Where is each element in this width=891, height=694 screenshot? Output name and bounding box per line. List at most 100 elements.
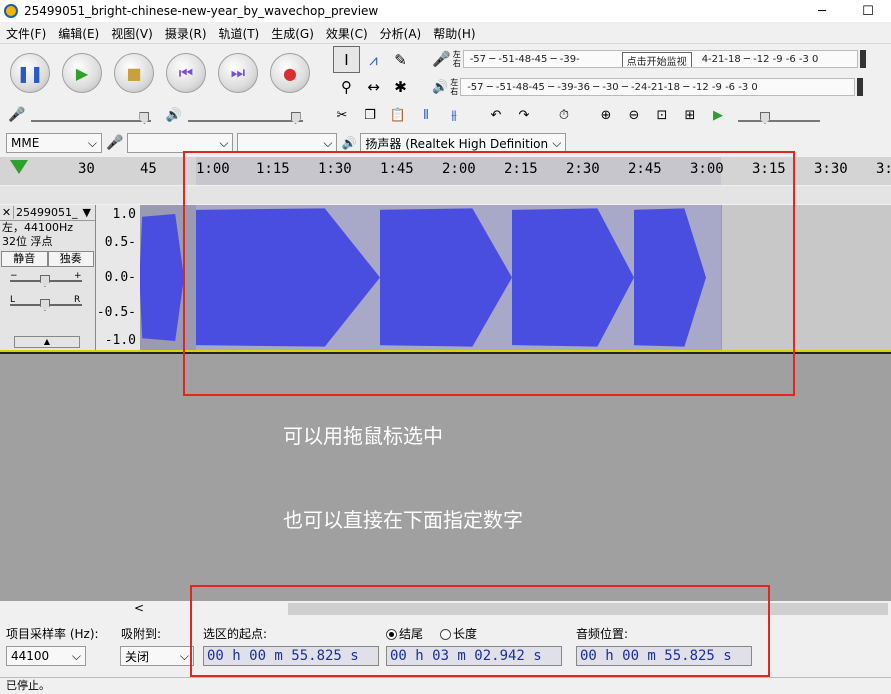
amplitude-axis: 1.0 0.5- 0.0- -0.5- -1.0	[96, 205, 140, 350]
audio-host-select[interactable]: MME ⌵	[6, 133, 102, 153]
minimize-button[interactable]: ─	[799, 0, 845, 22]
transport-toolbar: ❚❚ ▶ ■ ⏮ ⏭ ●	[0, 46, 326, 100]
solo-button[interactable]: 独奏	[47, 251, 94, 267]
zoom-in-icon: ⊕	[600, 107, 612, 123]
multi-tool[interactable]: ✱	[387, 73, 414, 100]
track-menu-button[interactable]: ▼	[83, 206, 95, 219]
redo-button[interactable]: ↷	[512, 104, 536, 126]
selection-tool[interactable]: I	[333, 46, 360, 73]
drag-hint-text: 可以用拖鼠标选中	[283, 424, 443, 448]
maximize-button[interactable]: ☐	[845, 0, 891, 22]
play-icon: ▶	[75, 63, 89, 83]
undo-button[interactable]: ↶	[484, 104, 508, 126]
menu-analyze[interactable]: 分析(A)	[374, 25, 428, 42]
mute-button[interactable]: 静音	[1, 251, 48, 267]
output-volume-slider[interactable]	[187, 108, 303, 124]
recording-channels-select[interactable]: ⌵	[237, 133, 338, 153]
silence-button[interactable]: ⫵	[442, 104, 466, 126]
play-head-icon[interactable]	[10, 160, 28, 174]
paste-button[interactable]: 📋	[386, 104, 410, 126]
timeshift-icon: ↔	[367, 77, 380, 96]
slider-knob[interactable]	[290, 112, 301, 124]
fit-project-button[interactable]: ⊞	[678, 104, 702, 126]
envelope-tool[interactable]: ⩘	[360, 46, 387, 73]
amplitude-label: -0.5-	[96, 305, 136, 320]
play-speed-slider[interactable]	[738, 108, 820, 124]
snap-to-value: 关闭	[125, 649, 150, 664]
ruler-tick: 45	[140, 161, 157, 177]
edit-toolbar: ✂ ❐ 📋 ⫴ ⫵ ↶ ↷ ⏱ ⊕ ⊖ ⊡ ⊞ ▶	[330, 103, 820, 127]
meter-right-label: 右	[452, 59, 461, 68]
start-monitoring-label[interactable]: 点击开始监视	[621, 52, 692, 67]
fit-selection-button[interactable]: ⊡	[650, 104, 674, 126]
project-rate-select[interactable]: 44100 ⌵	[6, 646, 86, 666]
draw-tool[interactable]: ✎	[387, 46, 414, 73]
output-volume-icon: 🔊	[165, 107, 182, 123]
slider-knob[interactable]	[40, 275, 50, 287]
track-name[interactable]: 25499051_	[14, 206, 83, 219]
playback-scale: -57 ─ -51-48-45 ─ -39-36 ─ -30 ─ -24-21-…	[467, 81, 758, 93]
audacity-logo-icon	[4, 4, 18, 18]
cut-button[interactable]: ✂	[330, 104, 354, 126]
timeshift-tool[interactable]: ↔	[360, 73, 387, 100]
record-meter[interactable]: 🎤 左右 -57 ─ -51-48-45 ─ -39- 点击开始监视 4-21-…	[432, 48, 866, 70]
snap-to-select[interactable]: 关闭 ⌵	[120, 646, 194, 666]
speaker-icon: 🔊	[432, 79, 449, 95]
redo-icon: ↷	[518, 107, 530, 123]
input-highlight-box	[190, 585, 770, 677]
gain-slider[interactable]: − +	[0, 269, 95, 293]
recording-device-select[interactable]: ⌵	[127, 133, 234, 153]
slider-knob[interactable]	[40, 299, 50, 311]
track-close-button[interactable]: ✕	[0, 206, 14, 219]
skip-end-icon: ⏭	[230, 63, 246, 82]
menu-tracks[interactable]: 轨道(T)	[213, 25, 266, 42]
playback-meter[interactable]: 🔊 左右 -57 ─ -51-48-45 ─ -39-36 ─ -30 ─ -2…	[432, 76, 864, 98]
tools-toolbar: I ⩘ ✎ ⚲ ↔ ✱	[333, 46, 418, 100]
menu-view[interactable]: 视图(V)	[105, 25, 159, 42]
mixer-toolbar: 🎤 🔊	[0, 103, 326, 127]
waveform-segment	[140, 214, 184, 341]
record-scale-left: -57 ─ -51-48-45 ─ -39-	[469, 53, 580, 65]
menu-help[interactable]: 帮助(H)	[427, 25, 481, 42]
zoom-tool[interactable]: ⚲	[333, 73, 360, 100]
collapse-button[interactable]: ▲	[14, 336, 80, 348]
window-title: 25499051_bright-chinese-new-year_by_wave…	[24, 4, 379, 18]
play-button[interactable]: ▶	[62, 53, 102, 93]
playback-device-select[interactable]: 扬声器 (Realtek High Definition ⌵	[360, 133, 567, 153]
selection-highlight-box	[183, 151, 795, 396]
slider-knob[interactable]	[139, 112, 150, 124]
menu-effect[interactable]: 效果(C)	[320, 25, 374, 42]
play-at-speed-button[interactable]: ▶	[706, 104, 730, 126]
microphone-icon: 🎤	[432, 50, 451, 68]
menu-edit[interactable]: 编辑(E)	[52, 25, 105, 42]
slider-knob[interactable]	[760, 112, 770, 124]
status-bar: 已停止。	[0, 677, 891, 693]
playback-meter-scale[interactable]: -57 ─ -51-48-45 ─ -39-36 ─ -30 ─ -24-21-…	[460, 78, 856, 96]
pause-button[interactable]: ❚❚	[10, 53, 50, 93]
zoom-in-button[interactable]: ⊕	[594, 104, 618, 126]
ruler-tick: 3:	[876, 161, 891, 177]
audio-host-value: MME	[11, 136, 40, 150]
zoom-out-button[interactable]: ⊖	[622, 104, 646, 126]
rec-device-mic-icon: 🎤	[106, 135, 124, 151]
input-volume-slider[interactable]	[31, 108, 152, 124]
sync-lock-button[interactable]: ⏱	[552, 104, 576, 126]
record-meter-end	[859, 50, 866, 68]
track-format: 左，44100Hz	[2, 221, 74, 234]
playback-device-speaker-icon: 🔊	[341, 136, 357, 150]
record-button[interactable]: ●	[270, 53, 310, 93]
menu-file[interactable]: 文件(F)	[0, 25, 52, 42]
snap-to-label: 吸附到:	[121, 627, 162, 641]
meter-left-label: 左	[450, 78, 459, 87]
stop-button[interactable]: ■	[114, 53, 154, 93]
pan-slider[interactable]: L R	[0, 293, 95, 317]
copy-button[interactable]: ❐	[358, 104, 382, 126]
skip-end-button[interactable]: ⏭	[218, 53, 258, 93]
trim-button[interactable]: ⫴	[414, 104, 438, 126]
skip-start-button[interactable]: ⏮	[166, 53, 206, 93]
menu-record[interactable]: 摄录(R)	[159, 25, 213, 42]
record-meter-scale[interactable]: -57 ─ -51-48-45 ─ -39- 点击开始监视 4-21-18 ─ …	[462, 50, 858, 68]
record-icon: ●	[283, 63, 297, 83]
scroll-left-arrow[interactable]: <	[134, 601, 144, 615]
menu-generate[interactable]: 生成(G)	[265, 25, 320, 42]
